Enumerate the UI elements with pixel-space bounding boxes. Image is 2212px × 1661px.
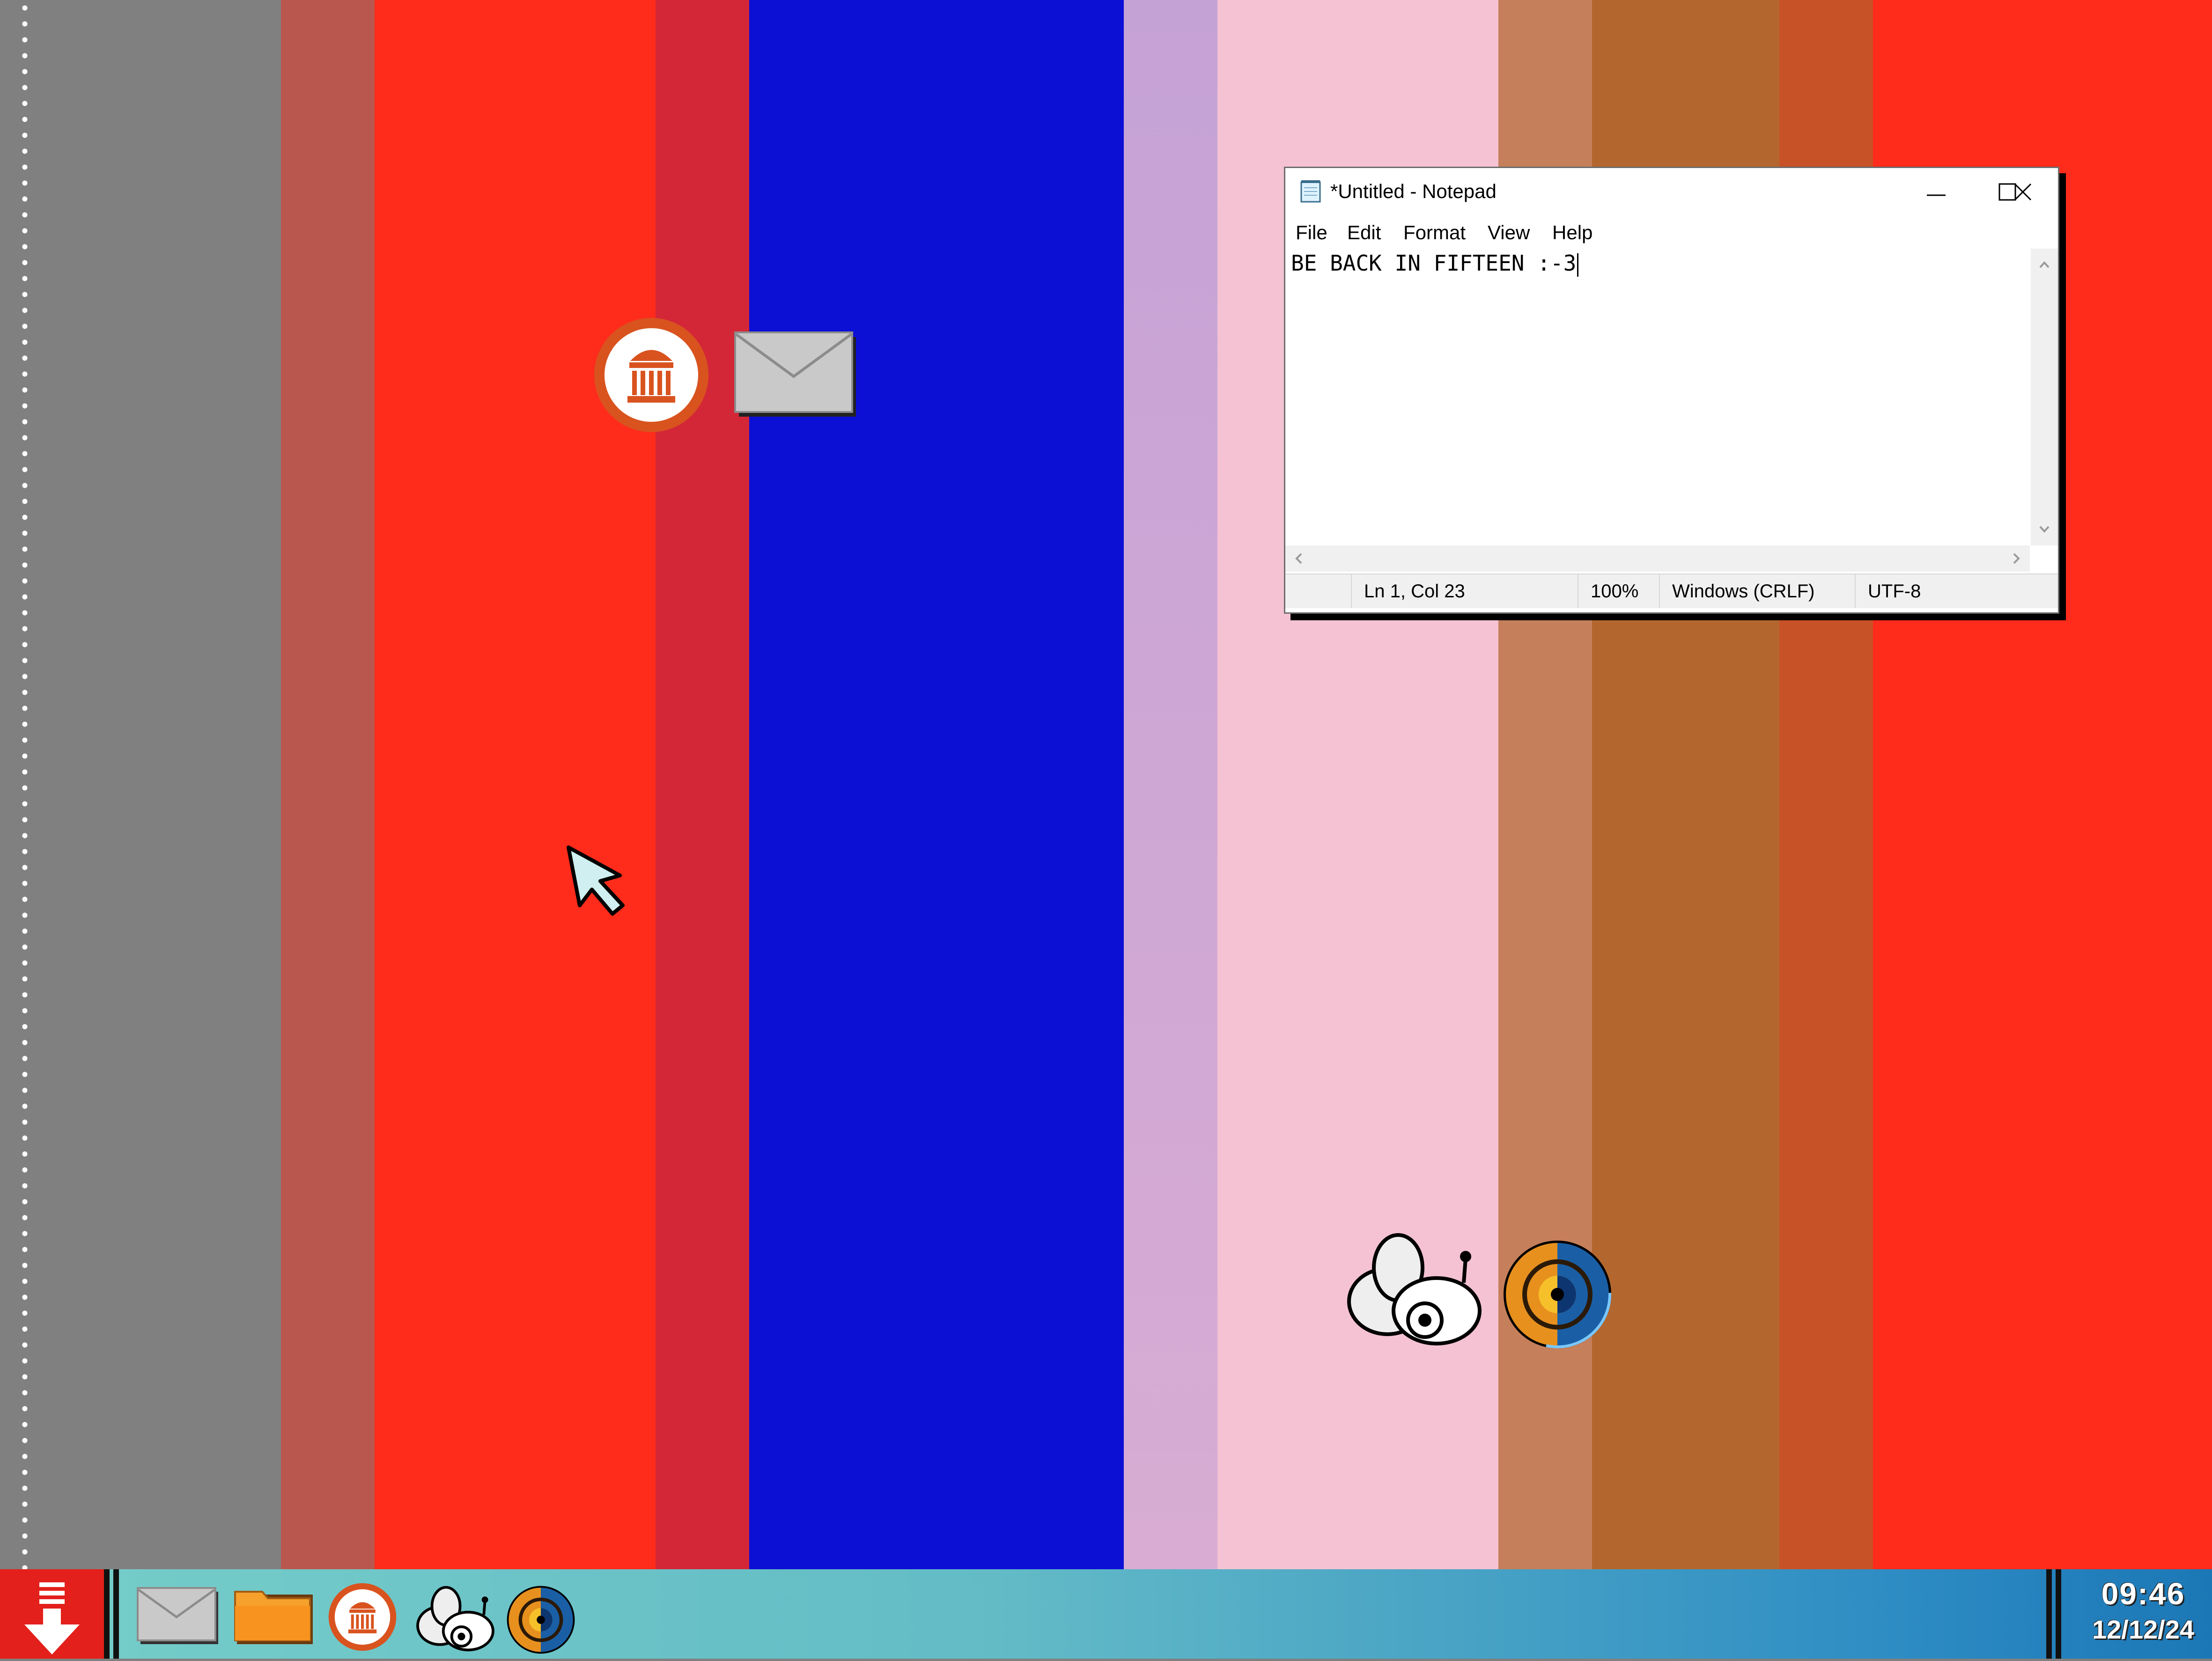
status-encoding: UTF-8: [1855, 574, 2055, 608]
scroll-up-icon: [2039, 261, 2050, 268]
editor-text: BE BACK IN FIFTEEN :-3: [1291, 250, 1577, 276]
minimize-button[interactable]: [1903, 175, 1969, 210]
radar-disc-icon: [1504, 1241, 1611, 1348]
wallpaper-stripe: [1124, 0, 1217, 1569]
download-arrow-icon: [24, 1582, 80, 1654]
taskbar-clock[interactable]: 09:46 12/12/24: [2092, 1574, 2194, 1646]
status-empty-cell: [1285, 574, 1351, 608]
taskbar: 09:46 12/12/24: [0, 1569, 2212, 1659]
desktop-radar-disc-icon[interactable]: [1501, 1236, 1614, 1353]
scroll-right-icon: [2013, 553, 2020, 564]
library-icon: [328, 1583, 397, 1651]
clock-time: 09:46: [2101, 1576, 2185, 1611]
notepad-window[interactable]: *Untitled - Notepad File Edit Format Vie…: [1284, 167, 2059, 614]
status-position: Ln 1, Col 23: [1351, 574, 1578, 608]
clock-date: 12/12/24: [2092, 1615, 2194, 1644]
pointer-arrow-icon: [567, 845, 625, 916]
menu-edit[interactable]: Edit: [1347, 221, 1381, 244]
scroll-down-icon: [2039, 526, 2050, 533]
taskbar-folder-icon[interactable]: [234, 1587, 314, 1647]
wallpaper-stripe: [656, 0, 749, 1569]
wallpaper-stripe: [0, 0, 281, 1569]
menu-view[interactable]: View: [1488, 221, 1530, 244]
minimize-icon: [1927, 194, 1946, 196]
bee-icon: [1347, 1233, 1482, 1345]
status-line-ending: Windows (CRLF): [1659, 574, 1855, 608]
text-caret: [1577, 253, 1579, 277]
radar-disc-icon: [507, 1586, 575, 1654]
desktop-mail-icon[interactable]: [734, 331, 857, 418]
menu-help[interactable]: Help: [1552, 221, 1593, 244]
window-title: *Untitled - Notepad: [1330, 180, 1497, 202]
bee-icon: [416, 1586, 494, 1652]
folder-icon: [234, 1591, 313, 1644]
horizontal-scrollbar[interactable]: [1285, 545, 2030, 572]
editor-text-line[interactable]: BE BACK IN FIFTEEN :-3: [1291, 250, 1579, 277]
desktop-bee-icon[interactable]: [1343, 1231, 1483, 1353]
menu-file[interactable]: File: [1296, 221, 1327, 244]
library-icon: [594, 318, 708, 432]
title-bar[interactable]: *Untitled - Notepad: [1285, 168, 2058, 215]
dotted-edge-decoration: [21, 0, 29, 1569]
mail-icon: [137, 1587, 218, 1644]
wallpaper-stripe: [281, 0, 375, 1569]
taskbar-separator: [2046, 1569, 2063, 1659]
menu-format[interactable]: Format: [1403, 221, 1466, 244]
taskbar-library-icon[interactable]: [328, 1582, 397, 1654]
close-icon: [2014, 183, 2032, 201]
close-button[interactable]: [1991, 175, 2056, 210]
status-zoom: 100%: [1578, 574, 1659, 608]
desktop-library-icon[interactable]: [593, 316, 710, 434]
taskbar-bee-icon[interactable]: [414, 1585, 495, 1658]
scroll-left-icon: [1295, 553, 1302, 564]
desktop: *Untitled - Notepad File Edit Format Vie…: [0, 0, 2212, 1569]
taskbar-radar-disc-icon[interactable]: [506, 1583, 576, 1659]
mail-icon: [734, 331, 856, 417]
taskbar-mail-icon[interactable]: [137, 1587, 219, 1647]
status-bar: Ln 1, Col 23 100% Windows (CRLF) UTF-8: [1285, 573, 2058, 608]
menu-bar: File Edit Format View Help: [1285, 215, 2058, 246]
mouse-cursor: [564, 843, 629, 920]
notepad-icon: [1298, 179, 1323, 206]
vertical-scrollbar[interactable]: [2031, 249, 2058, 545]
start-button[interactable]: [0, 1569, 104, 1659]
wallpaper-stripe: [749, 0, 1124, 1569]
taskbar-separator: [104, 1569, 121, 1659]
wallpaper-stripe: [375, 0, 656, 1569]
